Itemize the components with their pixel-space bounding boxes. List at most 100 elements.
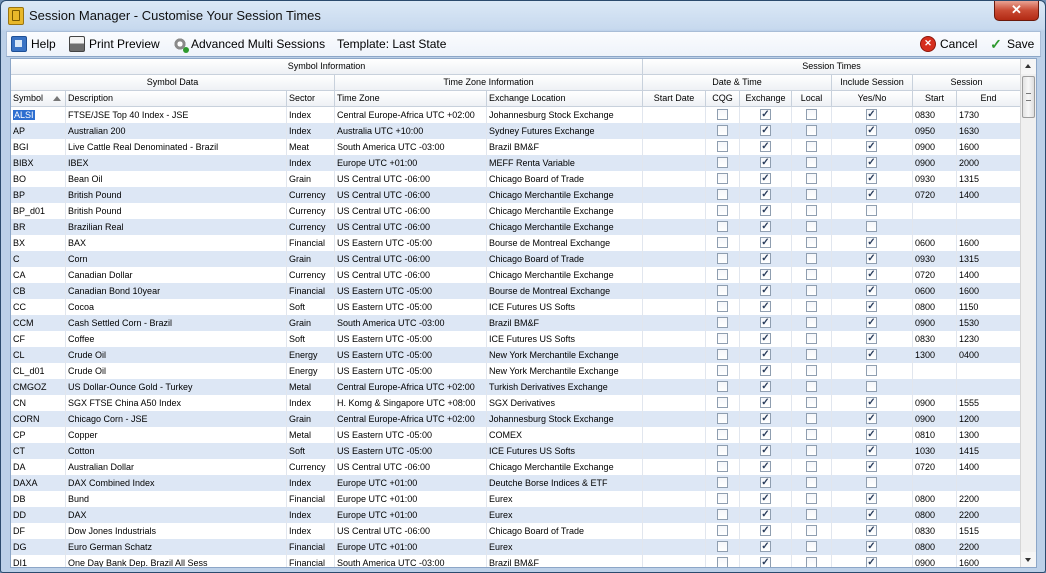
cell-start-date[interactable] <box>643 171 706 187</box>
checkbox-include[interactable]: ✓ <box>866 461 877 472</box>
checkbox-include[interactable] <box>866 477 877 488</box>
checkbox-local[interactable] <box>806 301 817 312</box>
cell-start-date[interactable] <box>643 491 706 507</box>
checkbox-local[interactable] <box>806 269 817 280</box>
cell-start-date[interactable] <box>643 379 706 395</box>
checkbox-cqg[interactable] <box>717 269 728 280</box>
cell-start-date[interactable] <box>643 459 706 475</box>
cell-end[interactable]: 0400 <box>957 347 1021 363</box>
cell-end[interactable]: 2200 <box>957 507 1021 523</box>
cell-start[interactable]: 0600 <box>913 235 957 251</box>
checkbox-include[interactable]: ✓ <box>866 333 877 344</box>
cell-start[interactable]: 0830 <box>913 107 957 123</box>
cell-start-date[interactable] <box>643 235 706 251</box>
column-header-exchange-location[interactable]: Exchange Location <box>487 91 643 107</box>
checkbox-include[interactable]: ✓ <box>866 301 877 312</box>
checkbox-include[interactable]: ✓ <box>866 317 877 328</box>
cell-start[interactable]: 0900 <box>913 139 957 155</box>
checkbox-cqg[interactable] <box>717 349 728 360</box>
checkbox-exchange[interactable]: ✓ <box>760 493 771 504</box>
cell-start-date[interactable] <box>643 299 706 315</box>
checkbox-cqg[interactable] <box>717 461 728 472</box>
table-row[interactable]: C Corn Grain US Central UTC -06:00 Chicago B… <box>11 251 1021 267</box>
cell-start-date[interactable] <box>643 331 706 347</box>
table-row[interactable]: BX BAX Financial US Eastern UTC -05:00 Bours… <box>11 235 1021 251</box>
checkbox-include[interactable]: ✓ <box>866 541 877 552</box>
cell-end[interactable]: 1530 <box>957 315 1021 331</box>
checkbox-local[interactable] <box>806 541 817 552</box>
table-row[interactable]: CC Cocoa Soft US Eastern UTC -05:00 ICE Futu… <box>11 299 1021 315</box>
checkbox-include[interactable]: ✓ <box>866 109 877 120</box>
table-row[interactable]: AP Australian 200 Index Australia UTC +10:0… <box>11 123 1021 139</box>
table-row[interactable]: CCM Cash Settled Corn - Brazil Grain South … <box>11 315 1021 331</box>
column-header-symbol[interactable]: Symbol <box>11 91 66 107</box>
cell-start-date[interactable] <box>643 187 706 203</box>
checkbox-exchange[interactable]: ✓ <box>760 445 771 456</box>
checkbox-cqg[interactable] <box>717 109 728 120</box>
checkbox-include[interactable]: ✓ <box>866 173 877 184</box>
checkbox-exchange[interactable]: ✓ <box>760 189 771 200</box>
checkbox-local[interactable] <box>806 557 817 567</box>
checkbox-cqg[interactable] <box>717 541 728 552</box>
checkbox-local[interactable] <box>806 141 817 152</box>
table-row[interactable]: CL_d01 Crude Oil Energy US Eastern UTC -05:… <box>11 363 1021 379</box>
checkbox-include[interactable] <box>866 205 877 216</box>
cell-start[interactable]: 0720 <box>913 459 957 475</box>
cell-end[interactable]: 1415 <box>957 443 1021 459</box>
cell-start-date[interactable] <box>643 315 706 331</box>
template-selector[interactable]: Template: Last State <box>337 34 446 54</box>
cell-end[interactable]: 1630 <box>957 123 1021 139</box>
checkbox-local[interactable] <box>806 413 817 424</box>
table-row[interactable]: CT Cotton Soft US Eastern UTC -05:00 ICE Fut… <box>11 443 1021 459</box>
checkbox-exchange[interactable]: ✓ <box>760 173 771 184</box>
cell-end[interactable]: 1600 <box>957 283 1021 299</box>
cell-start-date[interactable] <box>643 523 706 539</box>
cell-start-date[interactable] <box>643 139 706 155</box>
table-row[interactable]: CP Copper Metal US Eastern UTC -05:00 COMEX 0… <box>11 427 1021 443</box>
checkbox-local[interactable] <box>806 189 817 200</box>
checkbox-cqg[interactable] <box>717 445 728 456</box>
table-row[interactable]: CA Canadian Dollar Currency US Central UTC … <box>11 267 1021 283</box>
checkbox-local[interactable] <box>806 509 817 520</box>
cell-start-date[interactable] <box>643 475 706 491</box>
checkbox-include[interactable] <box>866 381 877 392</box>
cell-start[interactable]: 0830 <box>913 523 957 539</box>
checkbox-local[interactable] <box>806 461 817 472</box>
table-row[interactable]: BR Brazilian Real Currency US Central UTC -… <box>11 219 1021 235</box>
checkbox-include[interactable]: ✓ <box>866 493 877 504</box>
checkbox-local[interactable] <box>806 429 817 440</box>
scroll-thumb[interactable] <box>1022 76 1035 118</box>
checkbox-local[interactable] <box>806 205 817 216</box>
checkbox-include[interactable]: ✓ <box>866 157 877 168</box>
checkbox-local[interactable] <box>806 109 817 120</box>
checkbox-exchange[interactable]: ✓ <box>760 317 771 328</box>
cell-end[interactable]: 2000 <box>957 155 1021 171</box>
column-header-start-date[interactable]: Start Date <box>643 91 706 107</box>
checkbox-local[interactable] <box>806 221 817 232</box>
checkbox-cqg[interactable] <box>717 525 728 536</box>
close-button[interactable]: ✕ <box>994 1 1039 21</box>
cell-start[interactable]: 0900 <box>913 555 957 567</box>
cell-start[interactable]: 0830 <box>913 331 957 347</box>
cell-start-date[interactable] <box>643 443 706 459</box>
cell-end[interactable] <box>957 379 1021 395</box>
table-row[interactable]: ALSI FTSE/JSE Top 40 Index - JSE Index Cent… <box>11 107 1021 123</box>
table-row[interactable]: CMGOZ US Dollar-Ounce Gold - Turkey Metal C… <box>11 379 1021 395</box>
cell-start-date[interactable] <box>643 283 706 299</box>
checkbox-cqg[interactable] <box>717 333 728 344</box>
checkbox-cqg[interactable] <box>717 189 728 200</box>
table-row[interactable]: DAXA DAX Combined Index Index Europe UTC +0… <box>11 475 1021 491</box>
cell-end[interactable]: 1600 <box>957 139 1021 155</box>
table-row[interactable]: BIBX IBEX Index Europe UTC +01:00 MEFF Renta… <box>11 155 1021 171</box>
checkbox-include[interactable]: ✓ <box>866 285 877 296</box>
cell-start-date[interactable] <box>643 539 706 555</box>
column-header-description[interactable]: Description <box>66 91 287 107</box>
checkbox-exchange[interactable]: ✓ <box>760 141 771 152</box>
checkbox-cqg[interactable] <box>717 125 728 136</box>
checkbox-include[interactable]: ✓ <box>866 237 877 248</box>
checkbox-local[interactable] <box>806 173 817 184</box>
table-row[interactable]: CB Canadian Bond 10year Financial US Easter… <box>11 283 1021 299</box>
checkbox-local[interactable] <box>806 253 817 264</box>
cell-start-date[interactable] <box>643 555 706 567</box>
column-header-cqg[interactable]: CQG <box>706 91 740 107</box>
